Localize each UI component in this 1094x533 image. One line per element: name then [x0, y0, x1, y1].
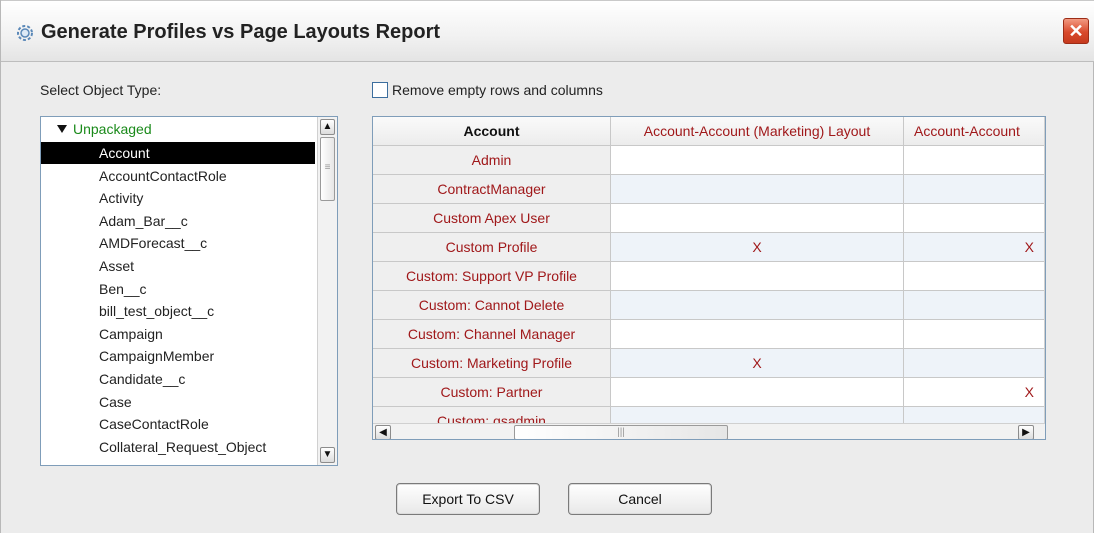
tree-item[interactable]: Campaign [41, 323, 315, 345]
table-cell[interactable] [904, 320, 1045, 349]
table-horizontal-scrollbar[interactable]: ◀ ||| ▶ [373, 423, 1045, 439]
table-cell[interactable]: X [611, 349, 904, 378]
table-cell[interactable] [904, 262, 1045, 291]
tree-item[interactable]: Asset [41, 255, 315, 277]
row-header[interactable]: Admin [373, 146, 611, 175]
arrow-up-icon: ▲ [322, 121, 333, 132]
tree-item[interactable]: Case [41, 391, 315, 413]
column-header[interactable]: Account-Account [904, 117, 1045, 146]
row-header[interactable]: Custom: Support VP Profile [373, 262, 611, 291]
table-cell[interactable] [904, 204, 1045, 233]
row-header[interactable]: Custom: Partner [373, 378, 611, 407]
table-cell[interactable] [611, 204, 904, 233]
tree-scroll-down-button[interactable]: ▼ [320, 447, 335, 463]
table-cell[interactable] [904, 349, 1045, 378]
title-bar[interactable]: Generate Profiles vs Page Layouts Report… [1, 0, 1094, 62]
expand-triangle-icon[interactable] [57, 125, 67, 133]
row-header[interactable]: ContractManager [373, 175, 611, 204]
arrow-left-icon: ◀ [379, 427, 387, 438]
tree-item[interactable]: Collateral_Request_Object [41, 436, 315, 458]
close-icon: ✕ [1068, 21, 1084, 41]
row-header[interactable]: Custom: Cannot Delete [373, 291, 611, 320]
tree-item[interactable]: CaseContactRole [41, 413, 315, 435]
tree-item[interactable]: Activity [41, 187, 315, 209]
table-scroll-right-button[interactable]: ▶ [1018, 425, 1034, 439]
cancel-button[interactable]: Cancel [568, 483, 712, 515]
tree-vertical-scrollbar[interactable]: ▲ ≡ ▼ [317, 117, 337, 465]
tree-item[interactable]: AMDForecast__c [41, 232, 315, 254]
tree-item[interactable]: CampaignMember [41, 345, 315, 367]
gear-icon [17, 25, 33, 41]
arrow-right-icon: ▶ [1022, 427, 1030, 438]
tree-scroll-thumb[interactable]: ≡ [320, 137, 335, 201]
tree-item[interactable]: Ben__c [41, 278, 315, 300]
tree-root-unpackaged[interactable]: Unpackaged [57, 121, 152, 137]
table-cell[interactable]: X [611, 233, 904, 262]
tree-item[interactable]: Candidate__c [41, 368, 315, 390]
remove-empty-checkbox[interactable] [372, 82, 388, 98]
table-cell[interactable] [611, 378, 904, 407]
table-cell[interactable] [611, 262, 904, 291]
tree-item[interactable]: Account [41, 142, 315, 164]
table-cell[interactable]: X [904, 378, 1045, 407]
table-cell[interactable] [904, 146, 1045, 175]
object-type-list[interactable]: Unpackaged Account AccountContactRole Acti… [40, 116, 338, 466]
row-header[interactable]: Custom: Channel Manager [373, 320, 611, 349]
table-cell[interactable] [611, 175, 904, 204]
tree-scroll-up-button[interactable]: ▲ [320, 119, 335, 135]
select-object-type-label: Select Object Type: [40, 82, 162, 98]
tree-item[interactable]: AccountContactRole [41, 165, 315, 187]
export-csv-button[interactable]: Export To CSV [396, 483, 540, 515]
row-header[interactable]: Custom: Marketing Profile [373, 349, 611, 378]
table-hscroll-thumb[interactable]: ||| [514, 425, 728, 439]
table-cell[interactable] [904, 291, 1045, 320]
row-header[interactable]: Custom Profile [373, 233, 611, 262]
table-cell[interactable] [611, 146, 904, 175]
corner-header[interactable]: Account [373, 117, 611, 146]
table-cell[interactable] [611, 320, 904, 349]
profiles-layouts-table[interactable]: Account Account-Account (Marketing) Layo… [372, 116, 1046, 440]
column-header[interactable]: Account-Account (Marketing) Layout [611, 117, 904, 146]
table-scroll-left-button[interactable]: ◀ [375, 425, 391, 439]
dialog-title: Generate Profiles vs Page Layouts Report [41, 21, 441, 43]
table-cell[interactable] [904, 175, 1045, 204]
tree-item[interactable]: Adam_Bar__c [41, 210, 315, 232]
arrow-down-icon: ▼ [322, 449, 333, 460]
tree-item[interactable]: bill_test_object__c [41, 300, 315, 322]
table-cell[interactable] [611, 291, 904, 320]
close-button[interactable]: ✕ [1063, 18, 1089, 44]
row-header[interactable]: Custom Apex User [373, 204, 611, 233]
table-vertical-scrollbar[interactable]: ▲ ≡ ▼ [1044, 117, 1045, 423]
remove-empty-label[interactable]: Remove empty rows and columns [392, 82, 603, 98]
table-cell[interactable]: X [904, 233, 1045, 262]
dialog-window: Generate Profiles vs Page Layouts Report… [0, 0, 1094, 533]
